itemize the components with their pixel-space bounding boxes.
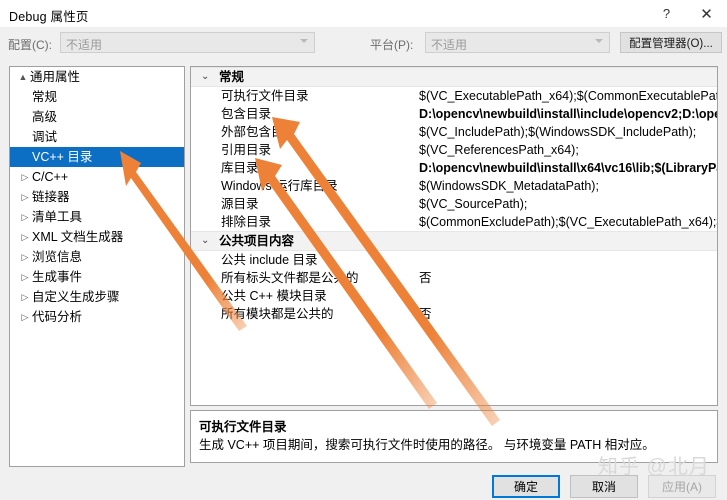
tree-item-8[interactable]: ▷ XML 文档生成器 [10, 227, 184, 247]
tree-item-label: 链接器 [32, 190, 70, 204]
property-name: 可执行文件目录 [221, 89, 309, 103]
property-row[interactable]: 所有模块都是公共的 否 [191, 305, 717, 323]
property-row[interactable]: 所有标头文件都是公共的 否 [191, 269, 717, 287]
tree-item-label: 浏览信息 [32, 250, 83, 264]
property-value[interactable]: D:\opencv\newbuild\install\x64\vc16\lib;… [419, 159, 717, 177]
expander-collapsed-icon[interactable]: ▷ [18, 247, 32, 267]
property-value[interactable]: D:\opencv\newbuild\install\include\openc… [419, 105, 717, 123]
tree-item-0[interactable]: ▲ 通用属性 [10, 67, 184, 87]
expander-collapsed-icon[interactable]: ▷ [18, 227, 32, 247]
configuration-dropdown[interactable]: 不适用 [60, 32, 315, 53]
property-name: 库目录 [221, 161, 259, 175]
property-row[interactable]: 库目录 D:\opencv\newbuild\install\x64\vc16\l… [191, 159, 717, 177]
help-icon[interactable]: ? [650, 0, 683, 27]
cancel-button[interactable]: 取消 [570, 475, 638, 498]
properties-dialog: Debug 属性页 ? ✕ 配置(C): 不适用 平台(P): 不适用 配置管理… [0, 0, 727, 500]
tree-item-label: 高级 [32, 110, 58, 124]
expander-collapsed-icon[interactable]: ▷ [18, 287, 32, 307]
property-value[interactable]: $(VC_ReferencesPath_x64); [419, 141, 579, 159]
property-row[interactable]: 外部包含目录 $(VC_IncludePath);$(WindowsSDK_Inc… [191, 123, 717, 141]
window-title: Debug 属性页 [9, 10, 89, 24]
tree-item-label: 生成事件 [32, 270, 83, 284]
tree-item-label: 调试 [32, 130, 58, 144]
tree-item-label: VC++ 目录 [32, 150, 93, 164]
platform-value: 不适用 [431, 38, 468, 52]
configuration-value: 不适用 [66, 38, 103, 52]
apply-button: 应用(A) [648, 475, 716, 498]
tree-item-4[interactable]: VC++ 目录 [10, 147, 184, 167]
tree-item-7[interactable]: ▷ 清单工具 [10, 207, 184, 227]
property-row[interactable]: 包含目录 D:\opencv\newbuild\install\include\o… [191, 105, 717, 123]
chevron-down-icon [300, 39, 308, 43]
property-value[interactable]: $(WindowsSDK_MetadataPath); [419, 177, 599, 195]
tree-item-2[interactable]: 高级 [10, 107, 184, 127]
property-name: 所有标头文件都是公共的 [221, 271, 359, 285]
tree-item-10[interactable]: ▷ 生成事件 [10, 267, 184, 287]
property-name: 公共项目内容 [219, 234, 295, 248]
tree-item-1[interactable]: 常规 [10, 87, 184, 107]
tree-item-label: 通用属性 [30, 70, 81, 84]
configuration-manager-button[interactable]: 配置管理器(O)... [620, 32, 722, 53]
property-name: 外部包含目录 [221, 125, 297, 139]
tree-item-label: XML 文档生成器 [32, 230, 124, 244]
tree-item-12[interactable]: ▷ 代码分析 [10, 307, 184, 327]
tree-item-6[interactable]: ▷ 链接器 [10, 187, 184, 207]
property-group-header[interactable]: ⌄ 常规 [191, 67, 717, 87]
property-group-header[interactable]: ⌄ 公共项目内容 [191, 231, 717, 251]
configuration-bar: 配置(C): 不适用 平台(P): 不适用 配置管理器(O)... [0, 27, 727, 59]
chevron-down-icon[interactable]: ⌄ [201, 68, 209, 86]
property-name: 公共 include 目录 [221, 253, 318, 267]
expander-collapsed-icon[interactable]: ▷ [18, 187, 32, 207]
property-row[interactable]: 排除目录 $(CommonExcludePath);$(VC_Executable… [191, 213, 717, 231]
property-row[interactable]: 公共 include 目录 [191, 251, 717, 269]
expander-collapsed-icon[interactable]: ▷ [18, 167, 32, 187]
tree-item-label: 清单工具 [32, 210, 83, 224]
property-value[interactable]: $(VC_IncludePath);$(WindowsSDK_IncludePa… [419, 123, 696, 141]
tree-item-label: 代码分析 [32, 310, 83, 324]
property-name: 常规 [219, 70, 245, 84]
property-name: 包含目录 [221, 107, 272, 121]
platform-dropdown[interactable]: 不适用 [425, 32, 610, 53]
property-row[interactable]: 公共 C++ 模块目录 [191, 287, 717, 305]
property-value[interactable]: $(VC_SourcePath); [419, 195, 527, 213]
description-title: 可执行文件目录 [199, 420, 287, 434]
property-value[interactable]: $(VC_ExecutablePath_x64);$(CommonExecuta… [419, 87, 717, 105]
chevron-down-icon [595, 39, 603, 43]
platform-label: 平台(P): [370, 38, 414, 52]
expander-collapsed-icon[interactable]: ▷ [18, 267, 32, 287]
property-value[interactable]: $(CommonExcludePath);$(VC_ExecutablePath… [419, 213, 717, 231]
expander-expanded-icon[interactable]: ▲ [16, 67, 30, 87]
property-grid[interactable]: ⌄ 常规可执行文件目录 $(VC_ExecutablePath_x64);$(Com… [190, 66, 718, 406]
close-icon[interactable]: ✕ [690, 0, 723, 27]
property-name: Windows 运行库目录 [221, 179, 338, 193]
property-name: 所有模块都是公共的 [221, 307, 334, 321]
property-name: 引用目录 [221, 143, 272, 157]
property-tree[interactable]: ▲ 通用属性 常规 高级 调试 VC++ 目录 ▷ C/C++ ▷ 链接器 ▷ 清单工具 ▷ XML 文档… [9, 66, 185, 467]
ok-button[interactable]: 确定 [492, 475, 560, 498]
configuration-label: 配置(C): [8, 38, 52, 52]
property-value[interactable]: 否 [419, 269, 432, 287]
property-row[interactable]: 引用目录 $(VC_ReferencesPath_x64); [191, 141, 717, 159]
tree-item-11[interactable]: ▷ 自定义生成步骤 [10, 287, 184, 307]
property-value[interactable]: 否 [419, 305, 432, 323]
property-name: 公共 C++ 模块目录 [221, 289, 327, 303]
property-row[interactable]: 源目录 $(VC_SourcePath); [191, 195, 717, 213]
tree-item-label: 自定义生成步骤 [32, 290, 120, 304]
property-name: 排除目录 [221, 215, 272, 229]
expander-collapsed-icon[interactable]: ▷ [18, 207, 32, 227]
tree-item-3[interactable]: 调试 [10, 127, 184, 147]
tree-item-label: 常规 [32, 90, 58, 104]
tree-item-5[interactable]: ▷ C/C++ [10, 167, 184, 187]
property-name: 源目录 [221, 197, 259, 211]
property-row[interactable]: 可执行文件目录 $(VC_ExecutablePath_x64);$(Common… [191, 87, 717, 105]
tree-item-9[interactable]: ▷ 浏览信息 [10, 247, 184, 267]
expander-collapsed-icon[interactable]: ▷ [18, 307, 32, 327]
chevron-down-icon[interactable]: ⌄ [201, 232, 209, 250]
title-bar: Debug 属性页 ? ✕ [0, 0, 727, 27]
tree-item-label: C/C++ [32, 170, 69, 184]
property-row[interactable]: Windows 运行库目录 $(WindowsSDK_MetadataPath); [191, 177, 717, 195]
